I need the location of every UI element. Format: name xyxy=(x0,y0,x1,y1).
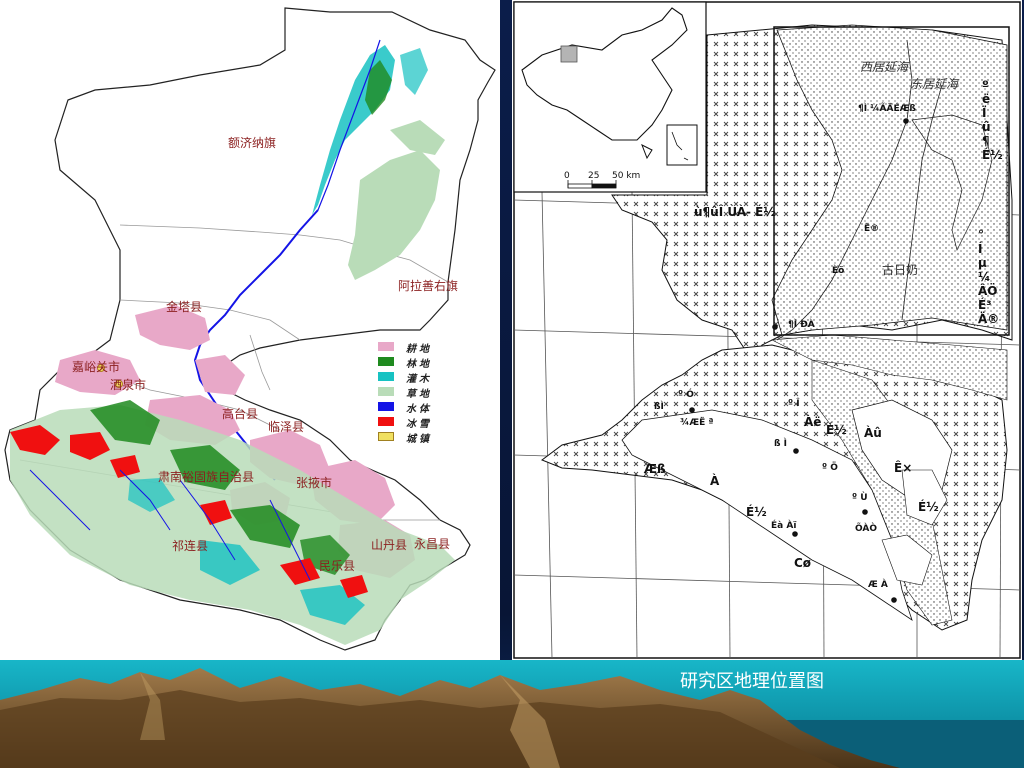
place-label: 民乐县 xyxy=(319,559,356,573)
map-label: ë xyxy=(982,92,991,106)
map-label: Ê× xyxy=(894,461,913,475)
map-label: ÕÀÒ xyxy=(855,524,878,534)
legend-item: 城镇 xyxy=(378,430,458,445)
legend-item: 灌木 xyxy=(378,370,458,385)
legend-item: 冰雪 xyxy=(378,415,458,430)
legend-swatch xyxy=(378,387,394,396)
land-cover-map: 额济纳旗 阿拉善右旗 金塔县 嘉峪关市 酒泉市 高台县 临泽县 肃南裕固族自治县… xyxy=(0,0,500,660)
map-label: É³ xyxy=(978,298,992,312)
place-label: 额济纳旗 xyxy=(228,136,277,150)
legend-label: 冰雪 xyxy=(406,419,432,430)
vertical-label-mid-right: ° Í µ ¼ ÂÖ É³ Ä® xyxy=(978,228,1012,326)
map-label: º Î xyxy=(788,399,800,409)
map-label: É½ xyxy=(826,423,847,437)
map-label: û xyxy=(982,120,991,134)
legend-item: 水体 xyxy=(378,400,458,415)
vertical-label-top-right: º ë Ï û ¶ É½ xyxy=(982,78,1012,162)
scale-tick-label: 50 km xyxy=(612,171,641,181)
map-label: Ä® xyxy=(978,312,1000,326)
legend-label: 林地 xyxy=(406,359,432,370)
map-label: É½ xyxy=(746,505,767,519)
place-label: 祁连县 xyxy=(172,539,209,553)
land-cover-map-graphic xyxy=(4,7,496,651)
map-label: É½ xyxy=(982,148,1003,162)
map-label: Èõ xyxy=(832,266,845,276)
map-label: ß Ì xyxy=(774,439,787,449)
map-label: Éà Àï xyxy=(771,521,797,531)
map-legend: 耕地 林地 灌木 草地 水体 冰雪 城镇 xyxy=(378,340,458,445)
location-map: 0 25 50 km 西居延海 东居延海 古日奶 ù¶ûÎ ÙÀ- É½ ¶Ì … xyxy=(512,0,1022,660)
map-label: Àû xyxy=(864,426,882,440)
map-label: Æ À xyxy=(868,580,888,590)
legend-label: 水体 xyxy=(406,404,432,415)
place-label: 临泽县 xyxy=(268,420,305,434)
map-label: º xyxy=(982,78,989,92)
legend-swatch xyxy=(378,342,394,351)
place-label: 酒泉市 xyxy=(110,378,147,392)
map-label: º Ù xyxy=(852,493,868,503)
place-label: 古日奶 xyxy=(882,263,919,277)
map-label: Àë xyxy=(804,415,822,429)
legend-item: 耕地 xyxy=(378,340,458,355)
legend-label: 草地 xyxy=(406,389,432,400)
map-label: Cø xyxy=(794,556,812,570)
legend-swatch xyxy=(378,402,394,411)
map-label: ¼ xyxy=(978,270,991,284)
map-label: ¶Ì ÐÀ xyxy=(788,320,815,330)
slide-caption: 研究区地理位置图 xyxy=(680,671,824,692)
map-label: º Ö xyxy=(822,463,838,473)
location-map-graphic xyxy=(513,1,1021,659)
map-label: Ï xyxy=(982,106,987,120)
map-label: É½ xyxy=(918,500,939,514)
map-label: ÂÖ xyxy=(978,284,998,298)
map-label: ¶Ì ¼ÃÄÉÆß xyxy=(858,104,916,114)
legend-swatch xyxy=(378,357,394,366)
legend-item: 草地 xyxy=(378,385,458,400)
lake-label: 东居延海 xyxy=(910,77,959,91)
lake-label: 西居延海 xyxy=(860,60,909,74)
scale-tick-label: 25 xyxy=(588,171,600,181)
place-label: 高台县 xyxy=(222,407,259,421)
map-label: ù¶ûÎ ÙÀ- É½ xyxy=(694,205,776,219)
map-label: ° xyxy=(978,228,984,242)
map-label: ¾ÆË ª xyxy=(680,418,714,428)
place-label: 张掖市 xyxy=(296,476,333,490)
slide: 额济纳旗 阿拉善右旗 金塔县 嘉峪关市 酒泉市 高台县 临泽县 肃南裕固族自治县… xyxy=(0,0,1024,768)
map-label: ßÌ xyxy=(654,402,664,412)
place-label: 山丹县 xyxy=(371,538,408,552)
place-label: 金塔县 xyxy=(166,300,203,314)
map-label: Æß xyxy=(644,462,666,476)
map-label: µ xyxy=(978,256,987,270)
map-label: ¶ xyxy=(982,134,990,148)
legend-label: 城镇 xyxy=(406,434,432,445)
legend-swatch xyxy=(378,417,394,426)
place-label: 肃南裕固族自治县 xyxy=(158,470,255,484)
legend-label: 耕地 xyxy=(406,344,432,355)
map-label: º Ó xyxy=(678,390,694,400)
place-label: 嘉峪关市 xyxy=(72,360,121,374)
map-label: Í xyxy=(978,242,983,256)
legend-item: 林地 xyxy=(378,355,458,370)
map-label: Ë® xyxy=(864,224,880,234)
scale-tick-label: 0 xyxy=(564,171,570,181)
legend-swatch xyxy=(378,372,394,381)
place-label: 永昌县 xyxy=(414,537,451,551)
legend-label: 灌木 xyxy=(406,374,432,385)
legend-swatch xyxy=(378,432,394,441)
map-label: À xyxy=(710,474,720,488)
place-label: 阿拉善右旗 xyxy=(398,279,459,293)
